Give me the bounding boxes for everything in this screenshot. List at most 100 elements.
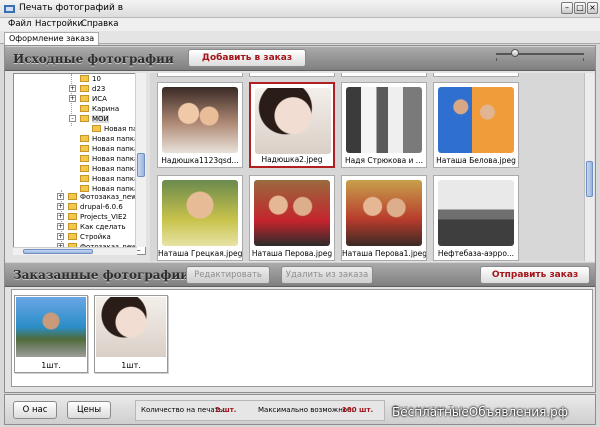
ordered-count: 1шт. [41,361,61,370]
folder-icon [80,144,89,152]
tree-item[interactable]: +Фотозаказ_new_ [57,192,140,202]
folder-icon [80,134,89,142]
photo-card[interactable]: Нефтебаза-аэрро... [433,175,519,261]
photo-card-cut [341,73,427,77]
folder-icon [80,84,89,92]
expand-icon[interactable]: + [57,232,64,240]
menu-settings[interactable]: Настройки [35,19,83,29]
close-icon: × [589,3,596,12]
photo-thumbnail [162,87,238,153]
remove-from-order-button[interactable]: Удалить из заказа [281,266,373,284]
folder-icon [80,104,89,112]
folder-icon [80,164,89,172]
window-title: Печать фотографий в [19,3,124,13]
photo-card[interactable]: Надюшка1123qsd... [157,82,243,168]
tree-item[interactable]: Карина [80,104,119,114]
tab-order[interactable]: Оформление заказа [4,32,100,45]
menu-file[interactable]: Файл [8,19,31,29]
send-order-button[interactable]: Отправить заказ [480,266,590,284]
folder-icon [68,222,77,230]
zoom-slider-thumb[interactable] [511,49,519,57]
ordered-title: Заказанные фотографии [13,268,190,282]
print-count-label: Количество на печать: [141,406,226,414]
photo-caption: Нефтебаза-аэрро... [437,249,515,258]
photo-caption: Наташа Перова.jpeg [251,249,333,258]
photo-thumbnail [96,297,166,357]
gallery-scrollbar[interactable] [584,73,594,261]
photo-thumbnail [346,180,422,246]
photo-thumbnail [16,297,86,357]
scroll-thumb[interactable] [23,249,93,254]
tree-item[interactable]: + Projects_VIE2 [57,212,127,222]
photo-caption: Надюшка2.jpeg [261,155,323,164]
folder-icon [68,212,77,220]
expand-icon[interactable]: + [69,84,76,92]
tree-item-selected[interactable]: - МОИ [69,114,109,124]
folder-tree[interactable]: 10 + d23 + ИСА Карина - МОИ Новая папк Нова… [13,73,146,255]
photo-card-cut [433,73,519,77]
photo-card-cut [249,73,335,77]
max-value: 100 шт. [342,406,374,414]
print-count-value: 2 шт. [215,406,237,414]
tree-item[interactable]: + drupal-6.0.6 [57,202,123,212]
add-to-order-button[interactable]: Добавить в заказ [188,49,306,67]
expand-icon[interactable]: + [57,222,64,230]
photo-thumbnail [438,87,514,153]
title-bar: Печать фотографий в – □ × [0,0,600,18]
ordered-photo-card[interactable]: 1шт. [94,295,168,373]
order-status: Количество на печать: 2 шт. Максимально … [135,400,385,421]
tree-item[interactable]: + ИСА [69,94,107,104]
photo-caption: Надюшка1123qsd... [161,156,239,165]
ordered-count: 1шт. [121,361,141,370]
edit-button[interactable]: Редактировать [186,266,270,284]
folder-icon [80,154,89,162]
folder-icon [68,202,77,210]
folder-icon [80,94,89,102]
tree-item[interactable]: + Стройка [57,232,111,242]
photo-card[interactable]: Наташа Белова.jpeg [433,82,519,168]
folder-icon [80,174,89,182]
maximize-button[interactable]: □ [574,2,586,14]
about-button[interactable]: О нас [13,401,57,419]
photo-card[interactable]: Наташа Перова1.jpeg [341,175,427,261]
maximize-icon: □ [576,3,584,12]
prices-button[interactable]: Цены [67,401,111,419]
zoom-slider-track[interactable] [496,53,584,55]
scroll-thumb[interactable] [137,153,145,177]
photo-card[interactable]: Наташа Грецкая.jpeg [157,175,243,261]
folder-icon [92,124,101,132]
minimize-button[interactable]: – [561,2,573,14]
expand-icon[interactable]: + [57,212,64,220]
ordered-photo-card[interactable]: 1шт. [14,295,88,373]
photo-caption: Надя Стрюкова и ... [345,156,423,165]
photo-thumbnail [255,88,331,154]
expand-icon[interactable]: + [57,202,64,210]
folder-icon [68,192,77,200]
app-icon [4,5,15,13]
close-button[interactable]: × [587,2,598,14]
photo-caption: Наташа Перова1.jpeg [342,249,426,258]
expand-icon[interactable]: + [57,192,64,200]
minimize-icon: – [565,3,569,12]
photo-thumbnail [346,87,422,153]
photo-card-selected[interactable]: Надюшка2.jpeg [249,82,335,168]
photo-thumbnail [162,180,238,246]
folder-icon [80,184,89,192]
menu-help[interactable]: Справка [81,19,118,29]
folder-open-icon [80,114,89,122]
max-label: Максимально возможное: [258,406,354,414]
tree-vertical-scrollbar[interactable] [135,73,146,247]
tree-item[interactable]: + d23 [69,84,105,94]
tree-item[interactable]: Новая папка [80,134,138,144]
photo-card[interactable]: Наташа Перова.jpeg [249,175,335,261]
photo-card[interactable]: Надя Стрюкова и ... [341,82,427,168]
scroll-thumb[interactable] [586,161,593,197]
photo-caption: Наташа Грецкая.jpeg [158,249,242,258]
collapse-icon[interactable]: - [69,114,76,122]
tree-item[interactable]: + Как сделать [57,222,126,232]
tree-horizontal-scrollbar[interactable] [13,247,137,255]
photo-thumbnail [438,180,514,246]
tree-item[interactable]: 10 [80,74,101,84]
menu-bar: Файл Настройки Справка [0,18,600,31]
expand-icon[interactable]: + [69,94,76,102]
